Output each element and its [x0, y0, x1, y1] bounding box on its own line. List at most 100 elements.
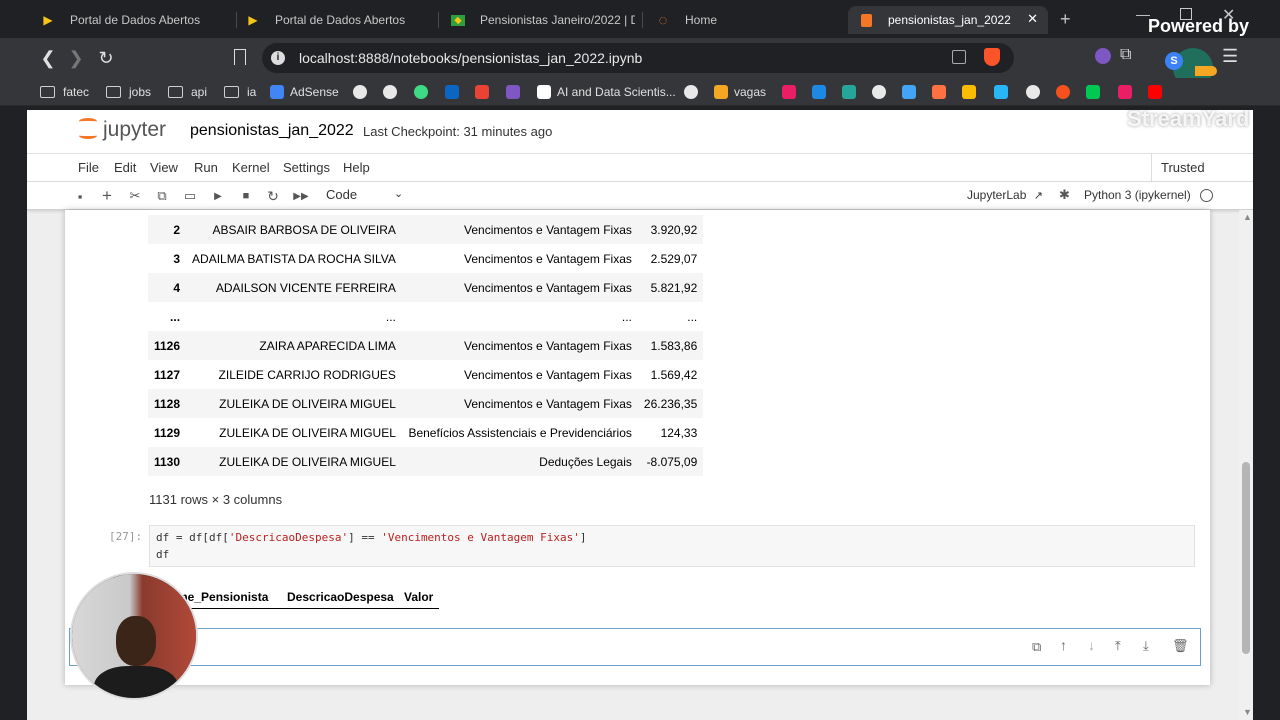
kernel-name[interactable]: Python 3 (ipykernel)	[1084, 188, 1191, 202]
code-cell-27[interactable]: df = df[df['DescricaoDespesa'] == 'Venci…	[149, 525, 1195, 567]
paste-icon[interactable]: ▭	[181, 187, 199, 205]
bookmark-site[interactable]	[812, 83, 832, 101]
tab-portal-1[interactable]: ▶ Portal de Dados Abertos	[30, 6, 235, 34]
restart-icon[interactable]: ↻	[264, 187, 282, 205]
delete-cell-icon[interactable]: 🗑	[1172, 638, 1189, 654]
bookmark-site[interactable]	[902, 83, 922, 101]
ai-data-icon	[537, 85, 551, 99]
bookmark-folder-jobs[interactable]: jobs	[106, 83, 151, 101]
url-text[interactable]: localhost:8888/notebooks/pensionistas_ja…	[299, 50, 642, 66]
bookmark-site[interactable]	[1086, 83, 1106, 101]
address-bar[interactable]: i localhost:8888/notebooks/pensionistas_…	[262, 43, 1014, 73]
close-tab-icon[interactable]: ✕	[1027, 11, 1038, 27]
stop-icon[interactable]: ■	[237, 187, 255, 205]
streamyard-watermark: StreamYard	[1127, 110, 1250, 131]
bookmark-site[interactable]	[684, 83, 704, 101]
bookmark-site[interactable]	[1056, 83, 1076, 101]
adsense-icon	[270, 85, 284, 99]
cut-icon[interactable]: ✂	[126, 187, 144, 205]
menu-view[interactable]: View	[150, 160, 178, 175]
bookmark-label: vagas	[734, 85, 767, 99]
trusted-indicator[interactable]: Trusted	[1161, 160, 1205, 175]
save-icon[interactable]: ▪	[71, 187, 89, 205]
brave-shield-icon[interactable]	[984, 48, 1000, 66]
menu-run[interactable]: Run	[194, 160, 218, 175]
extensions-puzzle-icon[interactable]: ⧉	[1120, 46, 1131, 64]
bookmark-adsense[interactable]: AdSense	[270, 83, 339, 101]
tab-label: Pensionistas Janeiro/2022 | Da	[480, 13, 635, 27]
table-row: 4 ADAILSON VICENTE FERREIRA Vencimentos e …	[148, 273, 704, 302]
move-up-icon[interactable]: ↑	[1060, 637, 1067, 653]
bookmark-site[interactable]	[1026, 83, 1046, 101]
bookmark-gmail[interactable]	[475, 83, 495, 101]
scroll-up-icon[interactable]: ▲	[1243, 212, 1252, 222]
bookmark-ai-data[interactable]: AI and Data Scientis...	[537, 83, 676, 101]
jupyterlab-link[interactable]: JupyterLab ↗	[967, 188, 1043, 202]
divider	[1151, 154, 1152, 182]
back-icon[interactable]: ❮	[36, 46, 60, 70]
bookmark-icon[interactable]	[234, 49, 246, 65]
menu-edit[interactable]: Edit	[114, 160, 136, 175]
scroll-down-icon[interactable]: ▼	[1243, 707, 1252, 717]
cell-descricao: ...	[621, 309, 632, 324]
cell-valor: -8.075,09	[637, 447, 704, 476]
tab-home[interactable]: ◌ Home	[645, 6, 845, 34]
copy-icon[interactable]: ⧉	[153, 187, 171, 205]
duplicate-cell-icon[interactable]: ⧉	[1032, 639, 1041, 655]
bookmark-site[interactable]	[842, 83, 862, 101]
bookmark-site[interactable]	[872, 83, 892, 101]
cell-type-select[interactable]: Code ⌄	[326, 187, 406, 205]
add-cell-icon[interactable]: +	[98, 186, 116, 205]
bookmark-site[interactable]	[782, 83, 802, 101]
reload-icon[interactable]: ↻	[94, 46, 118, 70]
bookmark-site[interactable]	[506, 83, 526, 101]
person-face	[116, 616, 156, 666]
insert-above-icon[interactable]: ⤒	[1115, 638, 1121, 654]
menu-help[interactable]: Help	[343, 160, 370, 175]
portal-icon: ▶	[43, 13, 53, 27]
tab-notebook-active[interactable]: pensionistas_jan_2022 ✕	[848, 6, 1048, 34]
cell-valor: ...	[687, 309, 698, 324]
bookmark-drive[interactable]	[962, 83, 982, 101]
notebook-title[interactable]: pensionistas_jan_2022	[190, 122, 354, 140]
bookmark-linkedin[interactable]	[445, 83, 465, 101]
bookmark-site[interactable]	[1118, 83, 1138, 101]
active-empty-cell[interactable]: ⧉ ↑ ↓ ⤒ ⤓ 🗑	[69, 628, 1201, 666]
bookmark-site[interactable]	[414, 83, 434, 101]
bookmark-vagas[interactable]: vagas	[714, 83, 766, 101]
bookmark-github[interactable]	[353, 83, 373, 101]
restart-run-all-icon[interactable]: ▶▶	[292, 187, 310, 205]
scrollbar-thumb[interactable]	[1242, 462, 1250, 654]
tab-portal-2[interactable]: ▶ Portal de Dados Abertos	[235, 6, 435, 34]
extension-icon[interactable]	[1095, 48, 1111, 64]
bookmark-site[interactable]	[383, 83, 403, 101]
cell-nome: ZULEIKA DE OLIVEIRA MIGUEL	[186, 447, 402, 476]
scrollbar[interactable]: ▲ ▼	[1239, 210, 1253, 720]
run-icon[interactable]: ▶	[209, 187, 227, 205]
jupyter-logo-text[interactable]: jupyter	[103, 118, 166, 142]
move-down-icon[interactable]: ↓	[1088, 637, 1095, 653]
debugger-icon[interactable]: ✱	[1059, 187, 1070, 203]
bookmark-site[interactable]	[932, 83, 952, 101]
bookmark-site[interactable]	[994, 83, 1014, 101]
site-info-icon[interactable]: i	[271, 51, 285, 65]
jupyter-logo-icon[interactable]	[77, 116, 99, 142]
site-icon	[1056, 85, 1070, 99]
flag-icon	[450, 12, 466, 28]
insert-below-icon[interactable]: ⤓	[1143, 638, 1149, 654]
bookmark-folder-api[interactable]: api	[168, 83, 207, 101]
bookmark-label: fatec	[63, 85, 90, 99]
menu-kernel[interactable]: Kernel	[232, 160, 270, 175]
jupyterlab-link-label: JupyterLab	[967, 188, 1027, 202]
row-index: 1127	[154, 367, 181, 382]
share-icon[interactable]	[952, 50, 966, 64]
bookmark-folder-fatec[interactable]: fatec	[40, 83, 89, 101]
forward-icon[interactable]: ❯	[64, 46, 88, 70]
menu-settings[interactable]: Settings	[283, 160, 330, 175]
bookmark-folder-ia[interactable]: ia	[224, 83, 256, 101]
tab-pensionistas[interactable]: Pensionistas Janeiro/2022 | Da	[440, 6, 635, 34]
menu-file[interactable]: File	[78, 160, 99, 175]
bookmark-youtube[interactable]	[1148, 83, 1168, 101]
row-index: 1126	[148, 331, 187, 360]
new-tab-button[interactable]: +	[1060, 9, 1071, 30]
